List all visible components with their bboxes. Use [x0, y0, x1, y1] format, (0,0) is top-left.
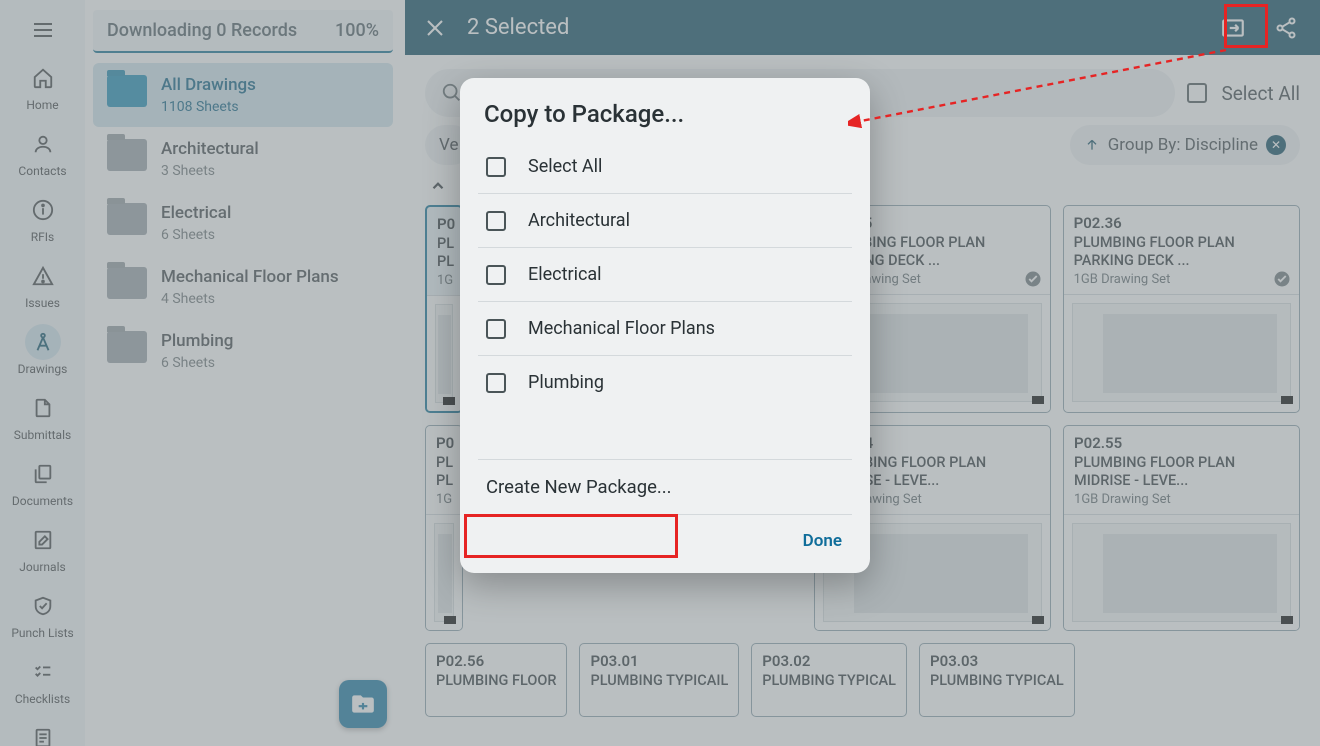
checkbox-icon — [486, 373, 506, 393]
checkbox-icon — [486, 319, 506, 339]
create-new-package-button[interactable]: Create New Package... — [478, 459, 852, 515]
checkbox-icon — [486, 157, 506, 177]
annotation-highlight — [1224, 4, 1268, 48]
option-label: Architectural — [528, 210, 630, 231]
modal-option[interactable]: Plumbing — [478, 356, 852, 409]
checkbox-icon — [486, 265, 506, 285]
modal-title: Copy to Package... — [460, 78, 870, 140]
option-label: Mechanical Floor Plans — [528, 318, 715, 339]
copy-to-package-modal: Copy to Package... Select All Architectu… — [460, 78, 870, 573]
option-label: Electrical — [528, 264, 602, 285]
modal-option[interactable]: Electrical — [478, 248, 852, 302]
annotation-highlight — [464, 514, 678, 558]
annotation-arrow — [848, 44, 1236, 128]
checkbox-icon — [486, 211, 506, 231]
modal-option[interactable]: Mechanical Floor Plans — [478, 302, 852, 356]
modal-option[interactable]: Architectural — [478, 194, 852, 248]
option-label: Plumbing — [528, 372, 604, 393]
option-label: Select All — [528, 156, 602, 177]
modal-select-all[interactable]: Select All — [478, 140, 852, 194]
